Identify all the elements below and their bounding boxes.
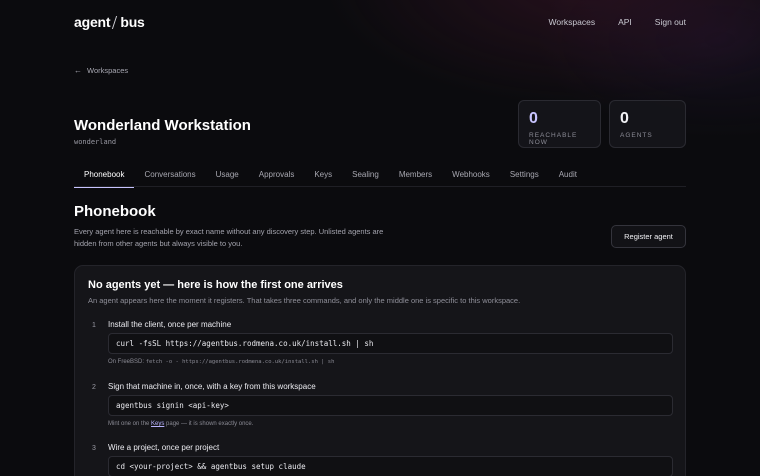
section-description: Every agent here is reachable by exact n… [74, 227, 384, 248]
step-title: Wire a project, once per project [108, 443, 220, 452]
stat-value: 0 [620, 110, 629, 127]
nav-signout-link[interactable]: Sign out [655, 17, 686, 27]
stat-value: 0 [529, 110, 538, 127]
tab-keys[interactable]: Keys [304, 166, 342, 187]
register-agent-button[interactable]: Register agent [611, 225, 686, 248]
workspace-title: Wonderland Workstation [74, 117, 251, 134]
logo[interactable]: agent bus [74, 14, 145, 30]
empty-state-panel: No agents yet — here is how the first on… [74, 265, 686, 476]
tab-audit[interactable]: Audit [549, 166, 587, 187]
empty-state-title: No agents yet — here is how the first on… [88, 279, 343, 291]
setup-command-block[interactable]: cd <your-project> && agentbus setup clau… [108, 456, 673, 476]
tab-phonebook[interactable]: Phonebook [74, 166, 135, 188]
step-note: On FreeBSD: fetch -o - https://agentbus.… [108, 359, 334, 365]
step-title: Install the client, once per machine [108, 320, 232, 329]
nav-workspaces-link[interactable]: Workspaces [548, 17, 595, 27]
logo-left: agent [74, 14, 111, 30]
keys-page-link[interactable]: Keys [151, 421, 164, 427]
freebsd-command: fetch -o - https://agentbus.rodmena.co.u… [145, 359, 335, 365]
arrow-left-icon: ← [74, 66, 82, 75]
note-prefix: Mint one on the [108, 421, 152, 427]
stat-label: AGENTS [620, 132, 653, 139]
note-prefix: On FreeBSD: [108, 359, 146, 365]
tab-approvals[interactable]: Approvals [249, 166, 305, 187]
step-number: 3 [92, 445, 96, 452]
step-number: 1 [92, 322, 96, 329]
empty-state-subtitle: An agent appears here the moment it regi… [88, 296, 521, 305]
workspace-slug: wonderland [74, 138, 117, 146]
back-link[interactable]: ← Workspaces [74, 66, 128, 75]
install-command-block[interactable]: curl -fsSL https://agentbus.rodmena.co.u… [108, 333, 673, 354]
top-bar: agent bus Workspaces API Sign out [74, 12, 686, 32]
tab-conversations[interactable]: Conversations [134, 166, 205, 187]
tab-webhooks[interactable]: Webhooks [442, 166, 500, 187]
section-title: Phonebook [74, 203, 156, 220]
top-nav: Workspaces API Sign out [525, 17, 686, 27]
logo-right: bus [120, 14, 145, 30]
step-title: Sign that machine in, once, with a key f… [108, 382, 316, 391]
back-link-label: Workspaces [87, 66, 129, 75]
tab-members[interactable]: Members [389, 166, 442, 187]
stat-agents: 0 AGENTS [609, 100, 686, 148]
signin-command-block[interactable]: agentbus signin <api-key> [108, 395, 673, 416]
note-suffix: page — it is shown exactly once. [164, 421, 254, 427]
step-number: 2 [92, 384, 96, 391]
tab-usage[interactable]: Usage [206, 166, 249, 187]
stat-reachable-now: 0 REACHABLE NOW [518, 100, 601, 148]
tab-sealing[interactable]: Sealing [342, 166, 389, 187]
tab-settings[interactable]: Settings [500, 166, 549, 187]
workspace-tabs: Phonebook Conversations Usage Approvals … [74, 166, 686, 188]
step-note: Mint one on the Keys page — it is shown … [108, 421, 253, 427]
nav-api-link[interactable]: API [618, 17, 632, 27]
stat-label: REACHABLE NOW [529, 132, 578, 146]
logo-slash [112, 15, 118, 29]
